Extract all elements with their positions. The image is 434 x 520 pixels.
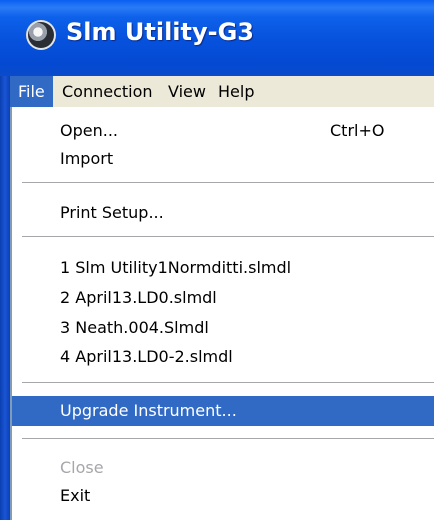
- window-title: Slm Utility-G3: [66, 18, 254, 46]
- menu-help[interactable]: Help: [210, 76, 262, 107]
- menu-item-exit-label: Exit: [60, 486, 91, 505]
- menu-item-recent-1[interactable]: 1 Slm Utility1Normditti.slmdl: [12, 253, 434, 283]
- menu-item-recent-2[interactable]: 2 April13.LD0.slmdl: [12, 283, 434, 313]
- file-menu-dropdown: Open... Ctrl+O Import Print Setup... 1 S…: [10, 107, 434, 520]
- menu-item-import-label: Import: [60, 149, 114, 168]
- recent-file-label: 2 April13.LD0.slmdl: [60, 288, 217, 307]
- menu-item-recent-4[interactable]: 4 April13.LD0-2.slmdl: [12, 342, 434, 372]
- recent-file-label: 4 April13.LD0-2.slmdl: [60, 347, 233, 366]
- menu-item-upgrade-label: Upgrade Instrument...: [60, 401, 237, 420]
- menu-separator: [22, 236, 434, 238]
- menu-item-open-shortcut: Ctrl+O: [330, 121, 385, 140]
- menu-separator: [22, 182, 434, 184]
- recent-file-label: 3 Neath.004.Slmdl: [60, 318, 209, 337]
- app-icon[interactable]: [26, 20, 56, 50]
- menu-item-upgrade-instrument[interactable]: Upgrade Instrument...: [12, 396, 434, 426]
- menu-item-close: Close: [12, 453, 434, 483]
- menu-view[interactable]: View: [160, 76, 214, 107]
- menu-separator: [22, 438, 434, 440]
- app-window: Slm Utility-G3 File Connection View Help…: [0, 0, 434, 520]
- menu-file[interactable]: File: [10, 76, 53, 107]
- menu-item-print-setup[interactable]: Print Setup...: [12, 198, 434, 228]
- menu-item-close-label: Close: [60, 458, 104, 477]
- menu-item-import[interactable]: Import: [12, 144, 434, 174]
- menu-item-recent-3[interactable]: 3 Neath.004.Slmdl: [12, 313, 434, 343]
- menu-connection[interactable]: Connection: [54, 76, 161, 107]
- menu-bar: File Connection View Help: [10, 76, 434, 108]
- title-bar[interactable]: Slm Utility-G3: [0, 0, 434, 76]
- menu-item-exit[interactable]: Exit: [12, 481, 434, 511]
- menu-item-open[interactable]: Open... Ctrl+O: [12, 116, 434, 146]
- menu-item-print-setup-label: Print Setup...: [60, 203, 164, 222]
- recent-file-label: 1 Slm Utility1Normditti.slmdl: [60, 258, 292, 277]
- window-frame-left: [0, 76, 10, 520]
- menu-separator: [22, 382, 434, 384]
- menu-item-open-label: Open...: [60, 121, 118, 140]
